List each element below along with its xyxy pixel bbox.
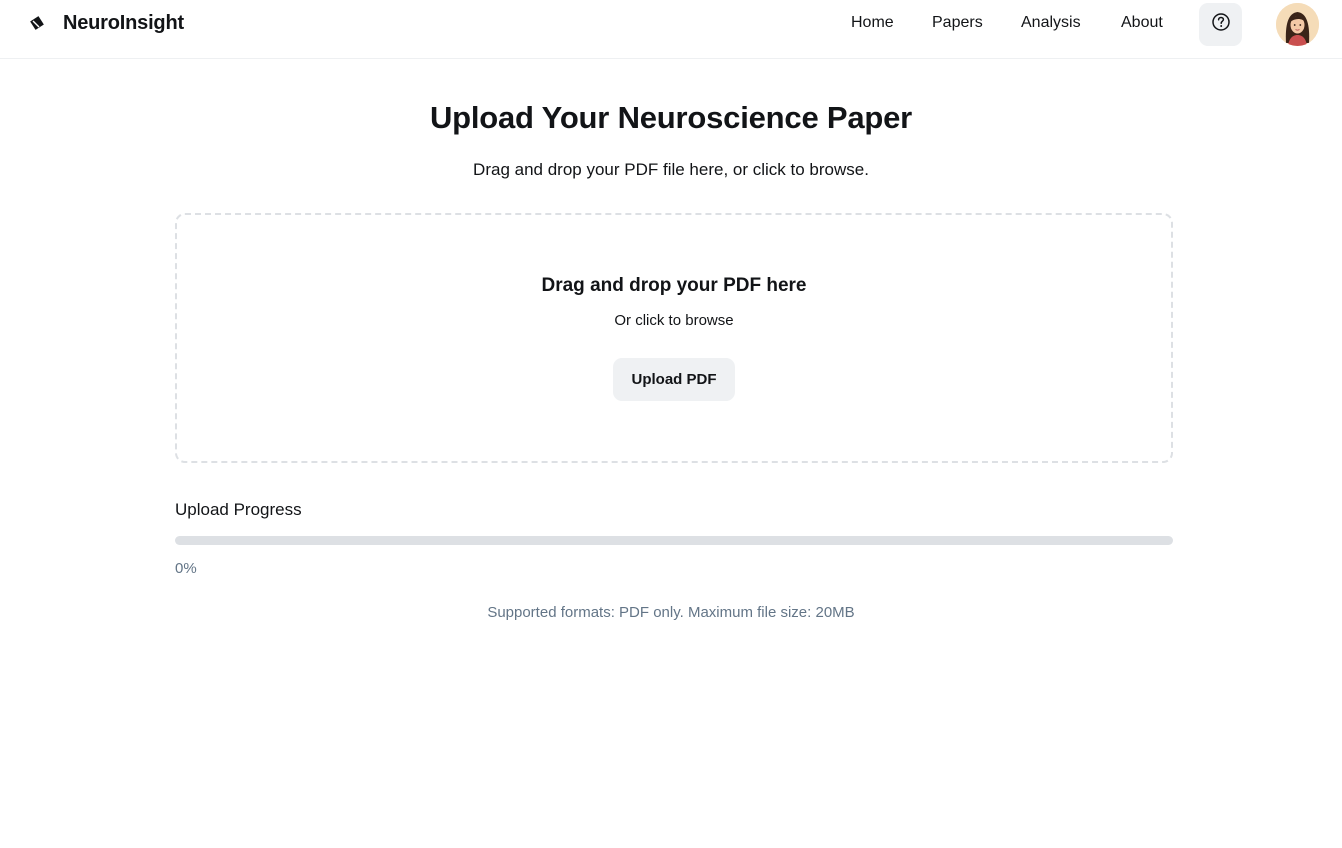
brand-name: NeuroInsight — [63, 11, 184, 34]
help-circle-icon — [1211, 12, 1231, 37]
user-avatar[interactable] — [1276, 3, 1319, 46]
brain-logo-icon — [28, 14, 46, 32]
nav-about[interactable]: About — [1121, 14, 1163, 36]
help-button[interactable] — [1199, 3, 1242, 46]
supported-formats-note: Supported formats: PDF only. Maximum fil… — [487, 604, 855, 621]
pdf-dropzone[interactable]: Drag and drop your PDF here Or click to … — [175, 213, 1173, 463]
nav-papers[interactable]: Papers — [932, 14, 983, 36]
brand[interactable]: NeuroInsight — [28, 10, 184, 36]
upload-pdf-button[interactable]: Upload PDF — [613, 358, 735, 401]
progress-label: Upload Progress — [175, 500, 302, 519]
top-header: NeuroInsight Home Papers Analysis About — [0, 0, 1342, 59]
dropzone-title: Drag and drop your PDF here — [541, 275, 807, 296]
page-title: Upload Your Neuroscience Paper — [429, 100, 913, 135]
nav-home[interactable]: Home — [851, 14, 894, 36]
page-subtitle: Drag and drop your PDF file here, or cli… — [473, 160, 869, 179]
progress-bar — [175, 536, 1173, 545]
nav-analysis[interactable]: Analysis — [1021, 14, 1081, 36]
dropzone-subtitle: Or click to browse — [614, 312, 734, 329]
progress-percent: 0% — [175, 560, 197, 577]
